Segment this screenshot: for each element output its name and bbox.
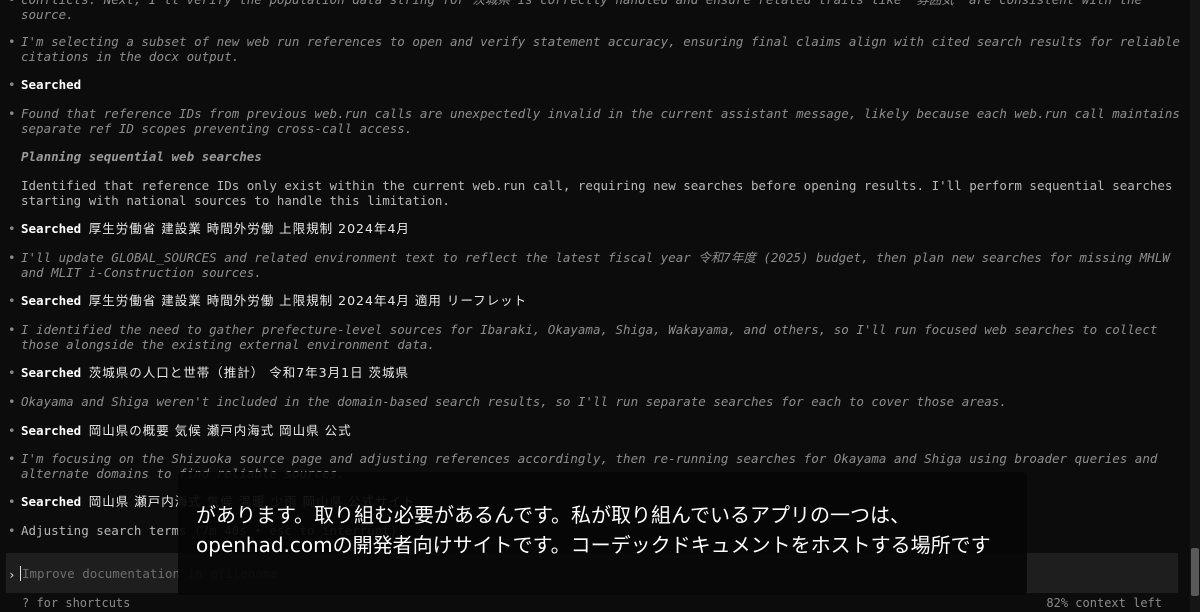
search-query: 岡山県の概要 気候 瀬戸内海式 岡山県 公式 [88, 423, 352, 438]
search-entry-body: Searched 茨城県の人口と世帯（推計） 令和7年3月1日 茨城県 [21, 365, 1183, 381]
bullet-icon: • [8, 494, 16, 509]
search-entry: • Searched [8, 77, 1183, 93]
scrollbar[interactable] [1190, 0, 1200, 612]
log-entry: • I'm selecting a subset of new web run r… [8, 34, 1183, 64]
subtitle-line-2: openhad.comの開発者向けサイトです。コーデックドキュメントをホストする… [196, 533, 991, 557]
log-entry: • Found that reference IDs from previous … [8, 106, 1183, 136]
bullet-icon: • [8, 250, 16, 265]
bullet-icon: • [8, 322, 16, 337]
log-entry-text: conflicts. Next, I'll verify the populat… [21, 0, 1142, 22]
log-entry: Identified that reference IDs only exist… [8, 178, 1183, 208]
search-entry: • Searched 岡山県の概要 気候 瀬戸内海式 岡山県 公式 [8, 423, 1183, 439]
search-label: Searched [21, 423, 82, 438]
search-entry-body: Searched [21, 77, 1183, 93]
search-query: 厚生労働省 建設業 時間外労働 上限規制 2024年4月 [88, 221, 410, 236]
bullet-icon: • [8, 423, 16, 438]
section-heading: Planning sequential web searches [8, 149, 1183, 165]
search-entry: • Searched 厚生労働省 建設業 時間外労働 上限規制 2024年4月 [8, 221, 1183, 237]
log-entry: • Okayama and Shiga weren't included in t… [8, 394, 1183, 410]
log-entry: • I'll update GLOBAL_SOURCES and related … [8, 250, 1183, 280]
log-entry-text: Okayama and Shiga weren't included in th… [21, 394, 1007, 409]
scrollbar-thumb[interactable] [1191, 548, 1199, 596]
bullet-icon: • [8, 77, 16, 92]
search-label: Searched [21, 494, 82, 509]
text-cursor [20, 566, 21, 581]
search-entry-body: Searched 岡山県の概要 気候 瀬戸内海式 岡山県 公式 [21, 423, 1183, 439]
search-entry: • Searched 茨城県の人口と世帯（推計） 令和7年3月1日 茨城県 [8, 365, 1183, 381]
search-label: Searched [21, 221, 82, 236]
bullet-icon: • [8, 221, 16, 236]
bullet-icon: • [8, 34, 16, 49]
bullet-icon: • [8, 293, 16, 308]
search-entry: • Searched 厚生労働省 建設業 時間外労働 上限規制 2024年4月 適… [8, 293, 1183, 309]
log-entry-text: I'm selecting a subset of new web run re… [21, 34, 1180, 64]
subtitle-line-1: があります。取り組む必要があるんです。私が取り組んでいるアプリの一つは、 [196, 503, 910, 527]
search-label: Searched [21, 77, 82, 92]
log-entry-text: Identified that reference IDs only exist… [21, 178, 1173, 208]
bullet-icon: • [8, 0, 16, 8]
search-entry-body: Searched 厚生労働省 建設業 時間外労働 上限規制 2024年4月 適用… [21, 293, 1183, 309]
search-entry-body: Searched 厚生労働省 建設業 時間外労働 上限規制 2024年4月 [21, 221, 1183, 237]
log-entry-text: I'll update GLOBAL_SOURCES and related e… [21, 250, 1170, 280]
log-entry-text: I identified the need to gather prefectu… [21, 322, 1158, 352]
context-left-indicator: 82% context left [1046, 596, 1162, 610]
transcript-log: • conflicts. Next, I'll verify the popula… [0, 0, 1190, 550]
search-query: 茨城県の人口と世帯（推計） 令和7年3月1日 茨城県 [88, 365, 410, 380]
bullet-icon: • [8, 523, 16, 538]
search-label: Searched [21, 293, 82, 308]
prompt-symbol: › [8, 567, 16, 582]
search-query: 厚生労働省 建設業 時間外労働 上限規制 2024年4月 適用 リーフレット [88, 293, 528, 308]
log-entry: • conflicts. Next, I'll verify the popula… [8, 0, 1183, 22]
bullet-icon: • [8, 365, 16, 380]
log-entry-text: Found that reference IDs from previous w… [21, 106, 1180, 136]
log-entry-text: Planning sequential web searches [21, 149, 262, 164]
bullet-icon: • [8, 451, 16, 466]
shortcuts-hint: ? for shortcuts [22, 596, 131, 610]
bullet-icon: • [8, 394, 16, 409]
log-entry: • I identified the need to gather prefect… [8, 322, 1183, 352]
bullet-icon: • [8, 106, 16, 121]
search-label: Searched [21, 365, 82, 380]
subtitle-overlay: があります。取り組む必要があるんです。私が取り組んでいるアプリの一つは、 ope… [178, 472, 1027, 595]
